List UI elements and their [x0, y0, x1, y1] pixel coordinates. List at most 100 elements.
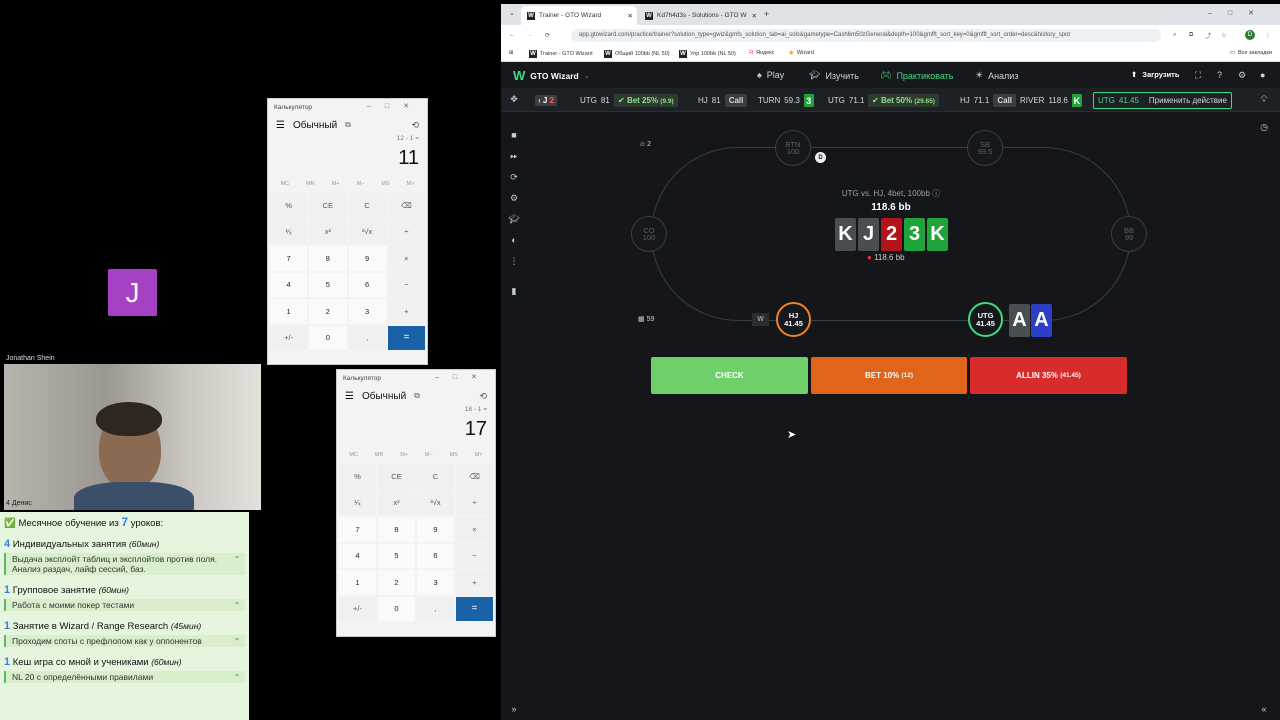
current-action[interactable]: UTG 41.45 Применить действие: [1093, 92, 1232, 109]
calc-key[interactable]: +/-: [339, 596, 376, 621]
calc-key[interactable]: 5: [309, 272, 347, 297]
calculator-titlebar[interactable]: Калькулятор –□✕: [268, 99, 427, 115]
calc-key[interactable]: −: [387, 272, 425, 297]
check-button[interactable]: CHECK: [651, 357, 808, 394]
calc-key[interactable]: ,: [417, 596, 454, 621]
calc-key[interactable]: +: [456, 570, 493, 595]
history-bet-2[interactable]: ✔ Bet 50% (29.65): [868, 93, 939, 108]
calc-key[interactable]: ⌫: [456, 464, 493, 489]
flop-chip[interactable]: ‹ J 2: [535, 93, 558, 108]
calc-key[interactable]: 8: [378, 517, 415, 542]
history-turn[interactable]: TURN 59.3 3: [758, 93, 814, 108]
calc-key[interactable]: 6: [348, 272, 386, 297]
refresh-icon[interactable]: ⟳: [509, 172, 519, 182]
calc-key[interactable]: %: [270, 193, 308, 218]
nav-practice[interactable]: 🎮︎ Практиковать: [880, 70, 953, 81]
calc-key[interactable]: +/-: [270, 325, 308, 350]
memory-key[interactable]: MC: [281, 181, 290, 187]
calc-key[interactable]: ²√x: [348, 219, 386, 244]
calc-key[interactable]: ²√x: [417, 490, 454, 515]
calc-key[interactable]: =: [387, 325, 425, 350]
history-hj-1[interactable]: HJ 81 Call: [698, 93, 748, 108]
calc-key[interactable]: 4: [270, 272, 308, 297]
new-tab-icon[interactable]: +: [764, 9, 769, 19]
calc-key[interactable]: x²: [378, 490, 415, 515]
calc-key[interactable]: 5: [378, 543, 415, 568]
calc-key[interactable]: 6: [417, 543, 454, 568]
memory-key[interactable]: M˅: [475, 452, 483, 458]
memory-key[interactable]: M−: [357, 181, 365, 187]
brand-logo[interactable]: W GTO Wizard ⌄: [513, 68, 590, 83]
window-controls[interactable]: –□✕: [435, 373, 491, 381]
calc-key[interactable]: −: [456, 543, 493, 568]
calc-key[interactable]: 0: [309, 325, 347, 350]
calc-key[interactable]: 7: [339, 517, 376, 542]
bookmark-item[interactable]: W Trainer - GTO Wizard: [529, 50, 593, 58]
calc-key[interactable]: C: [417, 464, 454, 489]
calc-key[interactable]: 7: [270, 246, 308, 271]
close-tab-icon[interactable]: ✕: [628, 12, 633, 20]
calc-key[interactable]: ,: [348, 325, 386, 350]
memory-key[interactable]: MR: [306, 181, 315, 187]
tab-solutions[interactable]: W Kd7h4d3s - Solutions - GTO Wiz ✕: [639, 6, 761, 25]
calc-key[interactable]: =: [456, 596, 493, 621]
close-tab-icon[interactable]: ✕: [752, 12, 757, 20]
url-input[interactable]: app.gtowizard.com/practice/trainer?solut…: [571, 29, 1161, 42]
bookmark-item[interactable]: W Общий 100bb (NL 50): [604, 50, 670, 58]
reload-icon[interactable]: ⟳: [545, 32, 550, 39]
upload-button[interactable]: ⬆ Загрузить: [1131, 70, 1179, 79]
history-utg-1[interactable]: UTG 81: [580, 93, 610, 108]
memory-key[interactable]: MS: [450, 452, 458, 458]
calc-key[interactable]: 2: [309, 299, 347, 324]
calc-key[interactable]: ⌫: [387, 193, 425, 218]
history-icon[interactable]: ⟲: [411, 120, 419, 131]
settings-icon[interactable]: ⚙: [509, 193, 519, 203]
calc-key[interactable]: 2: [378, 570, 415, 595]
memory-key[interactable]: M+: [332, 181, 340, 187]
memory-key[interactable]: MS: [381, 181, 389, 187]
zoom-icon[interactable]: ⌕: [1173, 32, 1176, 39]
help-icon[interactable]: ?: [1217, 70, 1222, 80]
history-bet-1[interactable]: ✔ Bet 25% (9.9): [614, 93, 678, 108]
calc-key[interactable]: %: [339, 464, 376, 489]
calc-key[interactable]: 9: [417, 517, 454, 542]
translate-icon[interactable]: ⧉: [1189, 32, 1193, 39]
history-utg-2[interactable]: UTG 71.1: [828, 93, 864, 108]
fast-forward-icon[interactable]: ⏩︎: [509, 151, 519, 161]
calc-key[interactable]: ÷: [387, 219, 425, 244]
calc-key[interactable]: CE: [309, 193, 347, 218]
collapse-icon[interactable]: «: [1259, 704, 1269, 714]
share-icon[interactable]: ⤴: [1205, 31, 1211, 40]
calc-key[interactable]: 0: [378, 596, 415, 621]
history-hj-2[interactable]: HJ 71.1 Call: [960, 93, 1017, 108]
memory-key[interactable]: MC: [349, 452, 358, 458]
all-bookmarks[interactable]: ▭ Все закладки: [1230, 50, 1272, 56]
calc-key[interactable]: 1: [270, 299, 308, 324]
window-controls[interactable]: –□✕: [1208, 9, 1270, 17]
keep-on-top-icon[interactable]: ⧉: [414, 391, 420, 401]
calc-key[interactable]: ×: [456, 517, 493, 542]
nav-play[interactable]: ♠ Play: [757, 70, 784, 80]
back-icon[interactable]: ←: [509, 32, 515, 38]
menu-kebab-icon[interactable]: ⋮: [1265, 32, 1271, 39]
calc-key[interactable]: +: [387, 299, 425, 324]
more-icon[interactable]: ⋮: [509, 256, 519, 266]
account-icon[interactable]: ●: [1260, 70, 1265, 80]
history-icon[interactable]: ◷: [1259, 122, 1269, 132]
move-icon[interactable]: ✥: [509, 94, 519, 104]
bookmark-star-icon[interactable]: ☆: [1221, 32, 1226, 39]
calc-key[interactable]: CE: [378, 464, 415, 489]
memory-key[interactable]: MR: [375, 452, 384, 458]
calc-key[interactable]: ¹⁄ₓ: [339, 490, 376, 515]
calc-key[interactable]: 1: [339, 570, 376, 595]
history-river[interactable]: RIVER 118.6 K: [1020, 93, 1082, 108]
calc-key[interactable]: ÷: [456, 490, 493, 515]
calc-key[interactable]: x²: [309, 219, 347, 244]
calc-key[interactable]: 3: [348, 299, 386, 324]
bookmark-item[interactable]: ◉ Wizard: [789, 50, 814, 56]
stop-icon[interactable]: ■: [509, 130, 519, 140]
tab-list-icon[interactable]: ⌄: [509, 9, 515, 17]
calc-key[interactable]: ×: [387, 246, 425, 271]
allin-button[interactable]: ALLIN 35% (41.45): [970, 357, 1127, 394]
window-controls[interactable]: –□✕: [367, 102, 423, 110]
